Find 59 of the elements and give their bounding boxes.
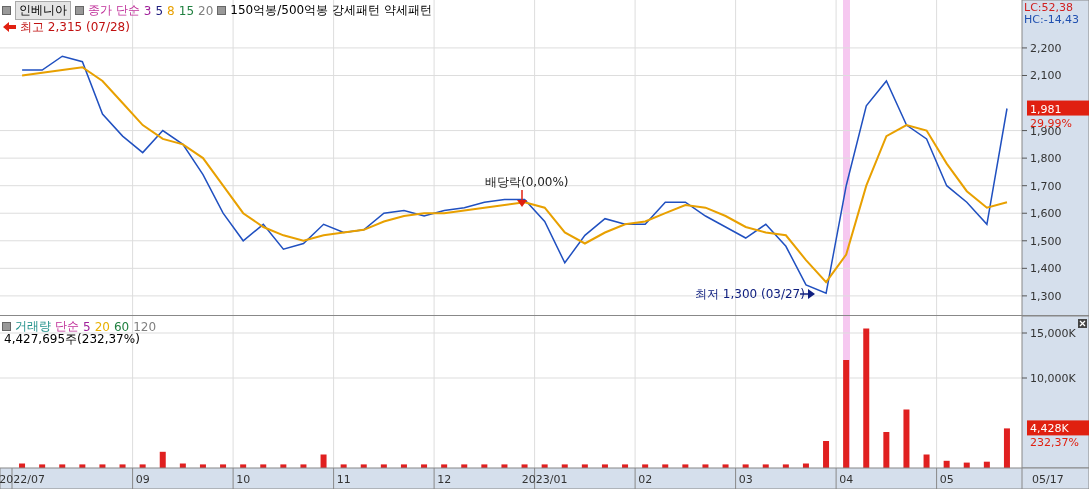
event-marker: 배당락(0,00%) [485,175,569,189]
legend-label: 종가 단순 [88,2,140,19]
legend-label: 60 [113,319,130,334]
stock-name: 인베니아 [15,1,71,20]
legend-label: 8 [167,3,175,18]
legend-label: 5 [155,3,164,18]
legend-label: 150억봉/500억봉 [230,2,329,19]
legend-label: 20 [94,319,110,334]
hc-reading: HC:-14,43 [1024,13,1080,26]
volume-bar [159,451,166,468]
volume-bar [923,454,930,468]
axis-label: 03 [738,473,753,486]
lc-reading: LC:52,38 [1024,1,1073,14]
axis-label: 1,400 [1030,262,1062,276]
axis-label: 2,100 [1030,69,1062,83]
bullet-icon [2,6,11,15]
axis-label: 1,500 [1030,234,1062,248]
volume-bar [320,454,327,468]
axis-label: 2023/01 [521,473,568,486]
low-marker: 최저 1,300 (03/27) [695,287,805,301]
axis-label: 1,300 [1030,289,1062,303]
legend-label: 20 [198,3,214,18]
axis-label: 05 [939,473,954,486]
legend-label: 5 [83,319,91,334]
axis-label: 05/17 [1032,473,1064,486]
close-button[interactable] [1078,319,1087,328]
axis-label: 2022/07 [0,473,45,486]
axis-label: 11 [336,473,351,486]
arrow-icon [517,189,527,207]
axis-label: 12 [437,473,452,486]
arrow-icon [3,22,16,32]
legend-label: 거래량 [15,318,51,333]
legend-label: 강세패턴 [332,2,381,19]
axis-label: 2,200 [1030,41,1062,55]
axis-label: 02 [638,473,653,486]
axis-label: 15,000K [1030,327,1076,340]
legend-label: 15 [178,3,195,18]
volume-bar [1003,428,1010,468]
volume-bar [823,441,830,468]
volume-tag: 4,428K [1027,420,1089,436]
axis-label: 1,700 [1030,179,1062,193]
bullet-icon [75,6,84,15]
axis-label: 1,600 [1030,207,1062,221]
axis-label: 10,000K [1030,372,1076,385]
axis-label: 09 [135,473,150,486]
legend-label: 약세패턴 [384,2,433,19]
axis-label: 1,800 [1030,152,1062,166]
bullet-icon [2,322,11,331]
volume-bar [903,409,910,468]
bullet-icon [217,6,227,15]
axis-label: 10 [236,473,251,486]
legend-label: 120 [133,319,157,334]
high-marker: 최고 2,315 (07/28) [20,20,130,34]
change-percent: 232,37% [1030,436,1079,450]
volume-reading: 4,427,695주(232,37%) [4,332,140,348]
legend-label: 3 [143,3,152,18]
legend-label: 단순 [55,318,79,333]
axis-label: 04 [839,473,854,486]
volume-bar [883,432,890,468]
